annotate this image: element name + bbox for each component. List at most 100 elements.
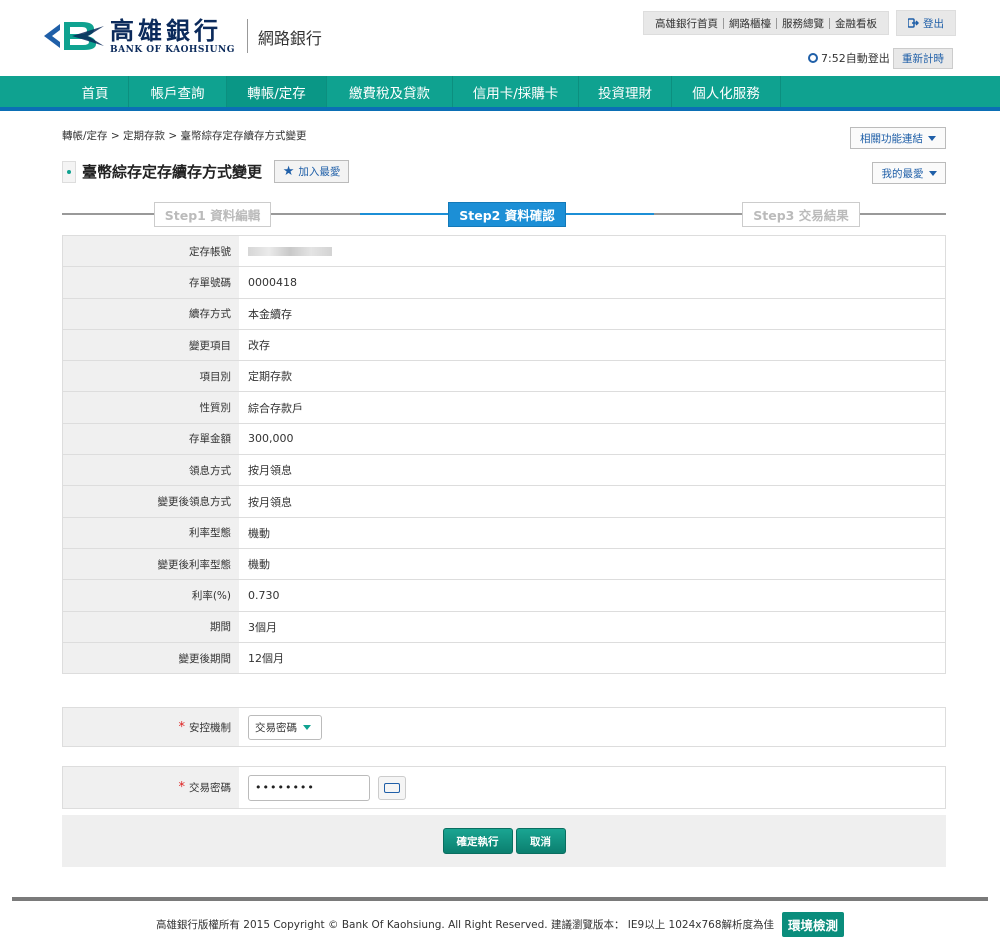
row-label: 性質別 xyxy=(63,392,239,423)
virtual-keyboard-button[interactable] xyxy=(378,775,406,800)
table-row: 存單號碼 0000418 xyxy=(63,267,945,299)
logo-cn-text: 高雄銀行 xyxy=(110,15,222,45)
security-mechanism-row: * 安控機制 交易密碼 xyxy=(62,707,946,747)
chevron-down-icon xyxy=(928,135,936,141)
table-row: 變更後期間 12個月 xyxy=(63,642,945,675)
row-value xyxy=(239,236,945,267)
row-value: 300,000 xyxy=(239,423,945,455)
table-row: 定存帳號 xyxy=(63,236,945,268)
row-label: 變更後領息方式 xyxy=(63,486,239,517)
nav-item-creditcard[interactable]: 信用卡/採購卡 xyxy=(453,76,579,107)
chevron-down-icon xyxy=(928,170,937,176)
title-bullet-icon xyxy=(62,160,76,183)
table-row: 變更項目 改存 xyxy=(63,329,945,362)
cancel-button[interactable]: 取消 xyxy=(515,828,566,854)
keyboard-icon xyxy=(384,782,400,793)
row-label: 利率型態 xyxy=(63,517,239,548)
table-row: 利率型態 機動 xyxy=(63,517,945,549)
related-functions-label: 相關功能連結 xyxy=(860,132,923,145)
row-label: 變更後期間 xyxy=(63,642,239,674)
table-row: 領息方式 按月領息 xyxy=(63,455,945,487)
logo-subtitle: 網路銀行 xyxy=(257,29,322,48)
action-bar: 確定執行 取消 xyxy=(62,815,946,867)
nav-item-home[interactable]: 首頁 xyxy=(62,76,129,107)
security-label-cell: * 安控機制 xyxy=(63,708,239,746)
table-row: 項目別 定期存款 xyxy=(63,361,945,393)
nav-item-personal[interactable]: 個人化服務 xyxy=(672,76,781,107)
my-favorites-label: 我的最愛 xyxy=(881,167,924,180)
page-title: 臺幣綜存定存續存方式變更 xyxy=(82,163,263,181)
nav-item-transfer[interactable]: 轉帳/定存 xyxy=(227,76,327,107)
row-label: 存單金額 xyxy=(63,423,239,455)
footer-divider xyxy=(12,897,988,901)
related-functions-dropdown[interactable]: 相關功能連結 xyxy=(850,127,946,149)
top-link-counter[interactable]: 網路櫃檯 xyxy=(724,16,776,31)
row-label: 定存帳號 xyxy=(63,236,239,267)
reset-timer-button[interactable]: 重新計時 xyxy=(893,48,953,69)
row-label: 變更項目 xyxy=(63,329,239,361)
masked-account-number xyxy=(248,246,332,256)
confirm-button[interactable]: 確定執行 xyxy=(442,828,513,854)
table-row: 期間 3個月 xyxy=(63,611,945,643)
logo-mark-icon xyxy=(42,16,106,56)
required-marker: * xyxy=(178,780,186,795)
nav-item-investment[interactable]: 投資理財 xyxy=(579,76,672,107)
bank-logo[interactable]: 高雄銀行 BANK OF KAOHSIUNG 網路銀行 xyxy=(42,16,322,56)
logo-en-text: BANK OF KAOHSIUNG xyxy=(110,44,235,55)
environment-check-button[interactable]: 環境檢測 xyxy=(782,912,845,937)
logout-icon xyxy=(908,18,919,28)
transaction-password-row: * 交易密碼 •••••••• xyxy=(62,766,946,809)
row-value: 機動 xyxy=(239,548,945,580)
row-label: 項目別 xyxy=(63,361,239,392)
step-2-current: Step2 資料確認 xyxy=(448,202,566,227)
security-mechanism-select[interactable]: 交易密碼 xyxy=(248,714,322,740)
security-label: 安控機制 xyxy=(189,721,231,734)
step-1: Step1 資料編輯 xyxy=(154,202,271,227)
row-value: 12個月 xyxy=(239,642,945,674)
step-3: Step3 交易結果 xyxy=(742,202,860,227)
logo-divider xyxy=(246,19,248,53)
row-value: 改存 xyxy=(239,329,945,361)
footer: 高雄銀行版權所有 2015 Copyright © Bank Of Kaohsi… xyxy=(0,912,1000,937)
my-favorites-dropdown[interactable]: 我的最愛 xyxy=(872,162,946,184)
table-row: 變更後利率型態 機動 xyxy=(63,548,945,581)
row-value: 本金續存 xyxy=(239,298,945,329)
session-timer: 7:52自動登出 xyxy=(808,50,890,66)
logout-button[interactable]: 登出 xyxy=(896,10,956,36)
row-label: 續存方式 xyxy=(63,298,239,329)
password-label: 交易密碼 xyxy=(189,782,231,794)
nav-item-payment[interactable]: 繳費稅及貸款 xyxy=(327,76,453,107)
star-icon: ★ xyxy=(282,164,295,179)
table-row: 利率(%) 0.730 xyxy=(63,580,945,612)
nav-item-account[interactable]: 帳戶查詢 xyxy=(129,76,227,107)
copyright-text: 高雄銀行版權所有 2015 Copyright © Bank Of Kaohsi… xyxy=(155,919,775,931)
header: 高雄銀行 BANK OF KAOHSIUNG 網路銀行 高雄銀行首頁 網路櫃檯 … xyxy=(0,0,1000,76)
row-value: 按月領息 xyxy=(239,455,945,486)
row-value: 按月領息 xyxy=(239,486,945,517)
breadcrumb[interactable]: 轉帳/定存 > 定期存款 > 臺幣綜存定存續存方式變更 xyxy=(62,128,306,143)
top-link-services[interactable]: 服務總覽 xyxy=(777,16,829,31)
row-label: 期間 xyxy=(63,611,239,642)
add-favorite-label: 加入最愛 xyxy=(298,166,341,178)
chevron-down-icon xyxy=(303,724,311,730)
row-value: 0000418 xyxy=(239,267,945,298)
add-favorite-button[interactable]: ★ 加入最愛 xyxy=(274,160,350,183)
top-links: 高雄銀行首頁 網路櫃檯 服務總覽 金融看板 xyxy=(643,11,889,35)
row-value: 3個月 xyxy=(239,611,945,642)
row-value: 綜合存款戶 xyxy=(239,392,945,423)
top-link-finance-board[interactable]: 金融看板 xyxy=(830,16,882,31)
security-selected-value: 交易密碼 xyxy=(255,721,297,734)
table-row: 性質別 綜合存款戶 xyxy=(63,392,945,424)
row-label: 變更後利率型態 xyxy=(63,548,239,580)
logout-label: 登出 xyxy=(923,17,944,30)
detail-table: 定存帳號 存單號碼 0000418 續存方式 本金續存 變更項目 改存 項目別 定期存款… xyxy=(62,235,946,675)
step-indicator: Step1 資料編輯 Step2 資料確認 Step3 交易結果 xyxy=(62,200,946,228)
table-row: 存單金額 300,000 xyxy=(63,423,945,456)
row-label: 存單號碼 xyxy=(63,267,239,298)
table-row: 續存方式 本金續存 xyxy=(63,298,945,330)
row-value: 定期存款 xyxy=(239,361,945,392)
title-row: 臺幣綜存定存續存方式變更 ★ 加入最愛 xyxy=(62,160,350,183)
top-link-home[interactable]: 高雄銀行首頁 xyxy=(650,16,723,31)
row-value: 機動 xyxy=(239,517,945,548)
transaction-password-input[interactable]: •••••••• xyxy=(248,774,370,801)
